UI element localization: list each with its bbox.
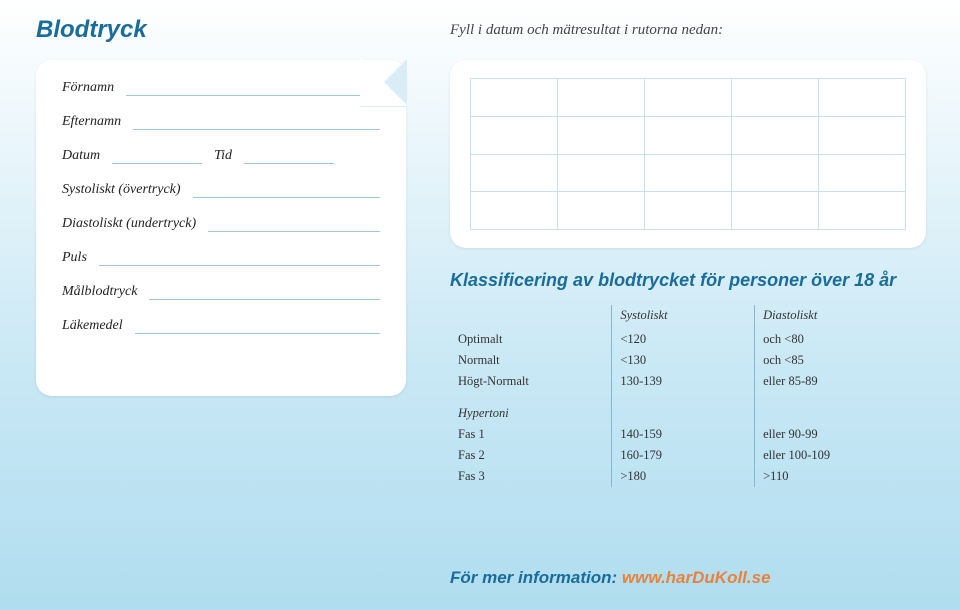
label-malblodtryck: Målblodtryck: [62, 284, 137, 300]
table-row: Fas 2 160-179 eller 100-109: [450, 445, 926, 466]
row-label: Optimalt: [450, 329, 612, 350]
grid-cell[interactable]: [819, 79, 906, 117]
label-diastoliskt: Diastoliskt (undertryck): [62, 216, 196, 232]
table-row: Fas 3 >180 >110: [450, 466, 926, 487]
field-fornamn: Förnamn: [62, 80, 380, 96]
label-efternamn: Efternamn: [62, 114, 121, 130]
hypertoni-label: Hypertoni: [450, 392, 612, 424]
grid-cell[interactable]: [732, 79, 819, 117]
row-dia: eller 100-109: [755, 445, 926, 466]
grid-cell[interactable]: [471, 192, 558, 230]
field-efternamn: Efternamn: [62, 114, 380, 130]
input-line-diastoliskt[interactable]: [208, 217, 380, 232]
patient-form-card: Förnamn Efternamn Datum Tid Systoliskt (…: [36, 60, 406, 396]
grid-cell[interactable]: [645, 154, 732, 192]
table-row: Fas 1 140-159 eller 90-99: [450, 424, 926, 445]
label-puls: Puls: [62, 250, 87, 266]
field-datum-tid: Datum Tid: [62, 148, 380, 164]
row-dia: eller 85-89: [755, 371, 926, 392]
hypertoni-section: Hypertoni: [450, 392, 926, 424]
grid-cell[interactable]: [819, 116, 906, 154]
row-sys: 130-139: [612, 371, 755, 392]
row-sys: >180: [612, 466, 755, 487]
header-diastoliskt: Diastoliskt: [755, 305, 926, 329]
label-fornamn: Förnamn: [62, 80, 114, 96]
row-label: Högt-Normalt: [450, 371, 612, 392]
row-sys: 160-179: [612, 445, 755, 466]
grid-cell[interactable]: [558, 192, 645, 230]
input-line-datum[interactable]: [112, 149, 202, 164]
measurement-grid-card: [450, 60, 926, 248]
classification-title: Klassificering av blodtrycket för person…: [450, 270, 926, 291]
classification-table: Systoliskt Diastoliskt Optimalt <120 och…: [450, 305, 926, 487]
footer-info: För mer information: www.harDuKoll.se: [450, 568, 771, 588]
input-line-lakemedel[interactable]: [135, 319, 380, 334]
grid-cell[interactable]: [645, 116, 732, 154]
row-dia: och <80: [755, 329, 926, 350]
grid-cell[interactable]: [819, 154, 906, 192]
field-puls: Puls: [62, 250, 380, 266]
input-line-efternamn[interactable]: [133, 115, 380, 130]
grid-cell[interactable]: [471, 79, 558, 117]
row-label: Fas 1: [450, 424, 612, 445]
header-systoliskt: Systoliskt: [612, 305, 755, 329]
field-systoliskt: Systoliskt (övertryck): [62, 182, 380, 198]
label-tid: Tid: [214, 148, 232, 164]
label-datum: Datum: [62, 148, 100, 164]
table-row: Optimalt <120 och <80: [450, 329, 926, 350]
grid-cell[interactable]: [645, 192, 732, 230]
field-diastoliskt: Diastoliskt (undertryck): [62, 216, 380, 232]
grid-cell[interactable]: [732, 116, 819, 154]
row-dia: >110: [755, 466, 926, 487]
input-line-malblodtryck[interactable]: [149, 285, 380, 300]
grid-cell[interactable]: [471, 116, 558, 154]
row-sys: <120: [612, 329, 755, 350]
grid-cell[interactable]: [558, 79, 645, 117]
footer-url[interactable]: www.harDuKoll.se: [622, 568, 771, 587]
grid-cell[interactable]: [732, 154, 819, 192]
classification-block: Klassificering av blodtrycket för person…: [450, 270, 926, 487]
input-line-fornamn[interactable]: [126, 81, 380, 96]
table-row: Högt-Normalt 130-139 eller 85-89: [450, 371, 926, 392]
row-label: Normalt: [450, 350, 612, 371]
table-row: Normalt <130 och <85: [450, 350, 926, 371]
grid-cell[interactable]: [732, 192, 819, 230]
table-header-row: Systoliskt Diastoliskt: [450, 305, 926, 329]
row-label: Fas 3: [450, 466, 612, 487]
page-title: Blodtryck: [36, 16, 147, 44]
label-systoliskt: Systoliskt (övertryck): [62, 182, 181, 198]
row-sys: 140-159: [612, 424, 755, 445]
grid-cell[interactable]: [819, 192, 906, 230]
row-sys: <130: [612, 350, 755, 371]
label-lakemedel: Läkemedel: [62, 318, 123, 334]
instruction-text: Fyll i datum och mätresultat i rutorna n…: [450, 22, 723, 39]
measurement-grid: [470, 78, 906, 230]
row-label: Fas 2: [450, 445, 612, 466]
row-dia: och <85: [755, 350, 926, 371]
input-line-systoliskt[interactable]: [193, 183, 380, 198]
field-malblodtryck: Målblodtryck: [62, 284, 380, 300]
grid-cell[interactable]: [471, 154, 558, 192]
row-dia: eller 90-99: [755, 424, 926, 445]
field-lakemedel: Läkemedel: [62, 318, 380, 334]
input-line-tid[interactable]: [244, 149, 334, 164]
footer-lead: För mer information:: [450, 568, 622, 587]
input-line-puls[interactable]: [99, 251, 380, 266]
dog-ear-corner: [359, 59, 407, 107]
grid-cell[interactable]: [558, 116, 645, 154]
grid-cell[interactable]: [558, 154, 645, 192]
grid-cell[interactable]: [645, 79, 732, 117]
